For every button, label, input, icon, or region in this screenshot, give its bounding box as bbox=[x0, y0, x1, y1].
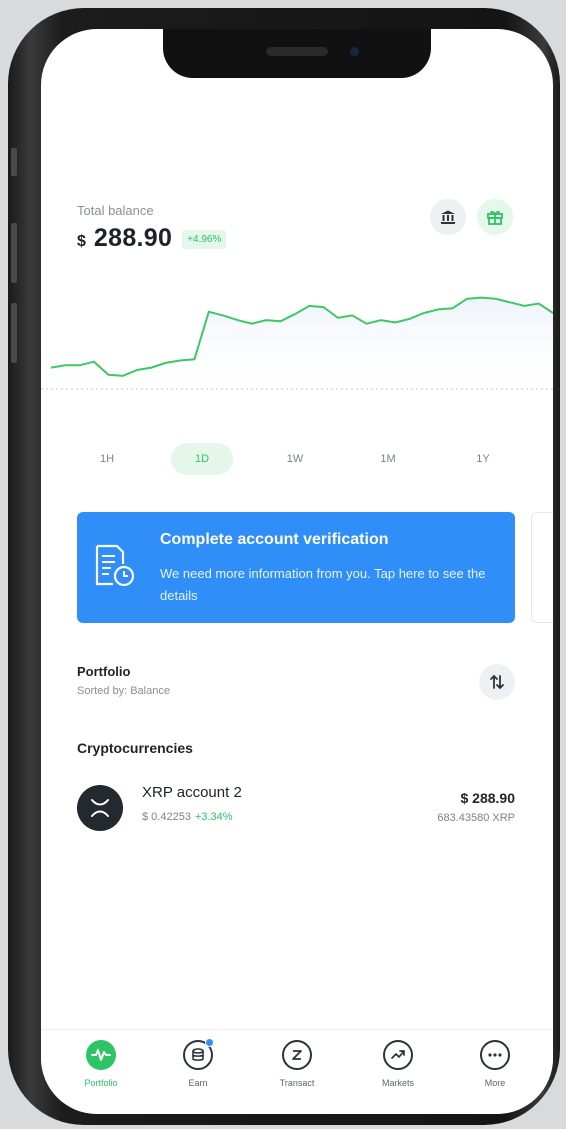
more-icon bbox=[480, 1040, 510, 1070]
asset-name: XRP account 2 bbox=[142, 784, 242, 801]
asset-price: $ 0.42253 bbox=[142, 811, 191, 823]
phone-frame: Total balance $ 288.90 +4.96% 1H 1D 1W 1… bbox=[8, 8, 560, 1125]
bank-icon bbox=[441, 210, 455, 224]
asset-change: +3.34% bbox=[194, 811, 233, 823]
balance-currency: $ bbox=[77, 233, 86, 250]
tab-label-markets: Markets bbox=[381, 1078, 414, 1088]
period-selector: 1H 1D 1W 1M 1Y bbox=[71, 443, 531, 475]
bottom-tab-bar: Portfolio Earn Transact Markets More bbox=[41, 1029, 553, 1114]
asset-value: $ 288.90 bbox=[460, 790, 516, 806]
asset-amount: 683.43580 XRP bbox=[437, 812, 515, 824]
tab-earn[interactable]: Earn bbox=[158, 1038, 238, 1100]
period-1y[interactable]: 1Y bbox=[452, 443, 514, 475]
verification-banner[interactable]: Complete account verification We need mo… bbox=[77, 512, 515, 623]
tab-more[interactable]: More bbox=[455, 1040, 535, 1100]
tab-label-portfolio: Portfolio bbox=[84, 1078, 118, 1088]
sort-icon bbox=[490, 674, 504, 690]
volume-down-button bbox=[11, 303, 17, 363]
balance-value: 288.90 bbox=[93, 224, 173, 252]
gift-icon bbox=[487, 210, 503, 225]
markets-icon bbox=[383, 1040, 413, 1070]
bank-button[interactable] bbox=[430, 199, 466, 235]
document-clock-icon bbox=[95, 544, 135, 587]
asset-price-line: $ 0.42253 +3.34% bbox=[142, 811, 233, 823]
mute-switch bbox=[11, 148, 17, 176]
portfolio-sort-label: Sorted by: Balance bbox=[77, 685, 170, 697]
earn-notification-dot bbox=[205, 1038, 214, 1047]
volume-up-button bbox=[11, 223, 17, 283]
verification-text: We need more information from you. Tap h… bbox=[160, 566, 486, 603]
tab-label-transact: Transact bbox=[279, 1078, 315, 1088]
period-1d[interactable]: 1D bbox=[171, 443, 233, 475]
tab-portfolio[interactable]: Portfolio bbox=[61, 1040, 141, 1100]
speaker bbox=[266, 47, 328, 56]
balance-row: $ 288.90 +4.96% bbox=[77, 224, 227, 253]
period-1m[interactable]: 1M bbox=[357, 443, 419, 475]
verification-title: Complete account verification bbox=[160, 531, 389, 548]
cryptocurrencies-heading: Cryptocurrencies bbox=[77, 740, 193, 756]
notch bbox=[163, 29, 431, 78]
transact-icon bbox=[282, 1040, 312, 1070]
gift-button[interactable] bbox=[477, 199, 513, 235]
front-camera bbox=[347, 44, 362, 59]
asset-row-xrp[interactable]: XRP account 2 $ 0.42253 +3.34% $ 288.90 6… bbox=[77, 780, 515, 840]
portfolio-title: Portfolio bbox=[77, 664, 131, 679]
tab-label-earn: Earn bbox=[188, 1078, 208, 1088]
period-1w[interactable]: 1W bbox=[264, 443, 326, 475]
balance-change-badge: +4.96% bbox=[182, 230, 227, 249]
app-screen: Total balance $ 288.90 +4.96% 1H 1D 1W 1… bbox=[41, 29, 553, 1114]
period-1h[interactable]: 1H bbox=[76, 443, 138, 475]
tab-transact[interactable]: Transact bbox=[257, 1040, 337, 1100]
tab-label-more: More bbox=[484, 1078, 506, 1088]
next-card-peek[interactable] bbox=[531, 512, 553, 623]
sort-button[interactable] bbox=[479, 664, 515, 700]
xrp-icon bbox=[77, 785, 123, 831]
total-balance-label: Total balance bbox=[77, 203, 154, 218]
tab-markets[interactable]: Markets bbox=[358, 1040, 438, 1100]
balance-chart[interactable] bbox=[41, 289, 553, 409]
pulse-icon bbox=[86, 1040, 116, 1070]
